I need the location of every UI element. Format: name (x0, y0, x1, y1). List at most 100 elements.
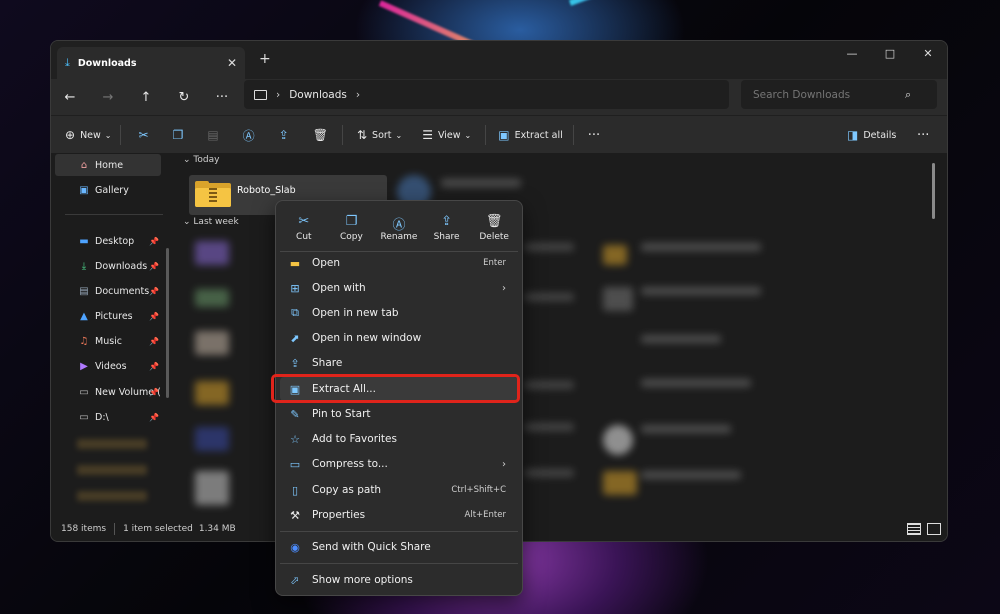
pin-icon[interactable]: 📌 (149, 237, 159, 246)
sidebar-item-desktop[interactable]: ▬ Desktop 📌 (55, 230, 161, 252)
more-locations-button[interactable]: ··· (203, 90, 241, 105)
group-header-last-week[interactable]: ⌄ Last week (183, 217, 239, 227)
cut-button[interactable]: ✂ (139, 128, 149, 142)
pin-icon[interactable]: 📌 (149, 337, 159, 346)
group-header-today[interactable]: ⌄ Today (183, 155, 219, 165)
pin-icon[interactable]: 📌 (149, 262, 159, 271)
new-button[interactable]: ⊕ New ⌄ (65, 128, 112, 142)
menu-item-open[interactable]: ▬ Open Enter (280, 251, 518, 275)
pin-icon[interactable]: 📌 (149, 312, 159, 321)
file-item-blurred (641, 243, 761, 251)
menu-item-open-new-window[interactable]: ⬈ Open in new window (280, 326, 518, 350)
sort-button[interactable]: ⇅ Sort ⌄ (357, 128, 402, 142)
sidebar-item-pictures[interactable]: ▲ Pictures 📌 (55, 305, 161, 327)
file-item-blurred (641, 379, 751, 387)
menu-item-copy-as-path[interactable]: ▯ Copy as path Ctrl+Shift+C (280, 478, 518, 502)
menu-item-label: Open with (312, 282, 366, 294)
rename-icon: Ⓐ (242, 128, 255, 143)
paste-button[interactable]: ▤ (207, 128, 218, 142)
file-item-blurred[interactable] (603, 425, 633, 455)
menu-item-share[interactable]: ⇪ Share (280, 351, 518, 375)
minimize-button[interactable]: — (833, 41, 871, 65)
file-item-blurred[interactable] (195, 381, 229, 405)
file-item-blurred[interactable] (195, 289, 229, 307)
chevron-right-icon[interactable]: › (356, 89, 360, 101)
sidebar-item-d-drive[interactable]: ▭ D:\ 📌 (55, 406, 161, 428)
close-tab-icon[interactable]: ✕ (227, 56, 237, 70)
menu-item-show-more-options[interactable]: ⬀ Show more options (280, 568, 518, 592)
sidebar-item-videos[interactable]: ▶ Videos 📌 (55, 355, 161, 377)
extract-icon: ▣ (498, 128, 510, 142)
sidebar-item-blurred[interactable] (77, 439, 147, 449)
rename-button[interactable]: Ⓐ (243, 127, 255, 144)
sidebar-item-blurred[interactable] (77, 491, 147, 501)
file-item-blurred[interactable] (603, 245, 627, 265)
file-item-blurred[interactable] (195, 241, 229, 265)
menu-item-label: Properties (312, 509, 366, 521)
sidebar-item-home[interactable]: ⌂ Home (55, 154, 161, 176)
tab-downloads[interactable]: ⤓ Downloads ✕ (57, 47, 245, 79)
details-button[interactable]: ◨ Details (847, 128, 896, 142)
menu-item-compress[interactable]: ▭ Compress to... › (280, 452, 518, 476)
share-action[interactable]: ⇪ Share (423, 207, 471, 249)
breadcrumb[interactable]: › Downloads › (244, 80, 729, 109)
breadcrumb-downloads[interactable]: Downloads (289, 89, 347, 101)
refresh-button[interactable]: ↻ (165, 90, 203, 105)
menu-item-properties[interactable]: ⚒ Properties Alt+Enter (280, 503, 518, 527)
address-bar: ← → ↑ ↻ ··· › Downloads › ⌕ (51, 79, 947, 115)
sidebar-item-downloads[interactable]: ⤓ Downloads 📌 (55, 255, 161, 277)
share-icon: ⇪ (441, 214, 453, 229)
copy-button[interactable]: ❐ (173, 128, 184, 142)
close-window-button[interactable]: ✕ (909, 41, 947, 65)
search-box[interactable]: ⌕ (741, 80, 937, 109)
menu-item-open-with[interactable]: ⊞ Open with › (280, 276, 518, 300)
share-button[interactable]: ⇪ (279, 128, 289, 142)
file-item-blurred[interactable] (195, 331, 229, 355)
sidebar-item-blurred[interactable] (77, 465, 147, 475)
rename-action[interactable]: Ⓐ Rename (375, 207, 423, 249)
menu-item-pin-to-start[interactable]: ✎ Pin to Start (280, 402, 518, 426)
file-item-blurred[interactable] (603, 287, 633, 311)
file-item-blurred[interactable] (195, 471, 229, 505)
download-icon: ⤓ (81, 260, 87, 272)
menu-item-add-favorites[interactable]: ☆ Add to Favorites (280, 427, 518, 451)
forward-button[interactable]: → (89, 90, 127, 105)
details-view-icon[interactable] (907, 523, 921, 535)
file-name: Roboto_Slab (237, 185, 296, 196)
copy-action[interactable]: ❐ Copy (328, 207, 376, 249)
delete-action[interactable]: 🗑 Delete (470, 207, 518, 249)
more-options-button[interactable]: ··· (917, 128, 929, 143)
pin-icon: ✎ (290, 407, 300, 421)
see-more-button[interactable]: ··· (588, 128, 600, 143)
sidebar-item-new-volume[interactable]: ▭ New Volume ( 📌 (55, 381, 161, 403)
menu-item-open-new-tab[interactable]: ⧉ Open in new tab (280, 301, 518, 325)
menu-item-label: Open (312, 257, 341, 269)
tiles-view-icon[interactable] (927, 523, 941, 535)
new-window-icon: ⬈ (290, 331, 300, 345)
extract-all-label: Extract all (514, 129, 563, 141)
extract-all-button[interactable]: ▣ Extract all (498, 128, 563, 142)
view-button[interactable]: ☰ View ⌄ (422, 128, 471, 142)
delete-button[interactable]: 🗑 (313, 128, 328, 142)
pin-icon[interactable]: 📌 (149, 388, 159, 397)
sidebar-item-music[interactable]: ♫ Music 📌 (55, 330, 161, 352)
pin-icon[interactable]: 📌 (149, 287, 159, 296)
file-item-blurred[interactable] (603, 471, 637, 495)
file-list-scrollbar[interactable] (932, 163, 935, 219)
sidebar-item-documents[interactable]: ▤ Documents 📌 (55, 280, 161, 302)
pin-icon[interactable]: 📌 (149, 362, 159, 371)
file-item-blurred[interactable] (195, 427, 229, 451)
menu-item-quick-share[interactable]: ◉ Send with Quick Share (280, 535, 518, 559)
chevron-down-icon: ⌄ (464, 130, 472, 140)
cut-action[interactable]: ✂ Cut (280, 207, 328, 249)
sidebar-item-gallery[interactable]: ▣ Gallery (55, 179, 161, 201)
up-button[interactable]: ↑ (127, 90, 165, 105)
pin-icon[interactable]: 📌 (149, 413, 159, 422)
maximize-button[interactable]: □ (871, 41, 909, 65)
sidebar-scrollbar[interactable] (166, 248, 169, 398)
file-item-blurred (524, 381, 574, 389)
search-input[interactable] (751, 87, 905, 102)
copy-icon: ❐ (172, 128, 184, 142)
back-button[interactable]: ← (51, 90, 89, 105)
new-tab-button[interactable]: + (259, 51, 271, 67)
